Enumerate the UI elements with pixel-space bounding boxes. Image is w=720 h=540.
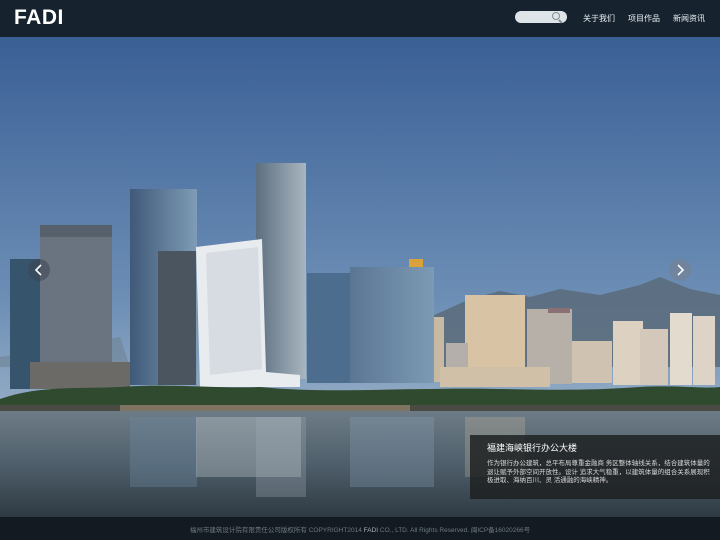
nav-item-about[interactable]: 关于我们 <box>583 13 615 24</box>
copyright-rights: CO., LTD. All Rights Reserved. <box>379 527 470 534</box>
prev-slide-button[interactable] <box>28 259 50 281</box>
project-title[interactable]: 福建海峡银行办公大楼 <box>487 441 710 454</box>
chevron-left-icon <box>34 264 42 276</box>
copyright-brand: FADI <box>363 527 379 534</box>
site-footer: 福州市建筑设计院有限责任公司版权所有 COPYRIGHT2014 FADI CO… <box>0 517 720 540</box>
top-header: FADI 关于我们 项目作品 新闻资讯 <box>0 0 720 37</box>
icp-number[interactable]: 闽ICP备16020266号 <box>471 527 530 534</box>
hero-banner: 福建海峡银行办公大楼 作为银行办公建筑，总平布局尊重金融商 务区整体轴线关系，结… <box>0 37 720 517</box>
search-input[interactable] <box>515 11 567 23</box>
next-slide-button[interactable] <box>669 259 691 281</box>
project-caption: 福建海峡银行办公大楼 作为银行办公建筑，总平布局尊重金融商 务区整体轴线关系，结… <box>470 435 720 499</box>
nav-item-news[interactable]: 新闻资讯 <box>673 13 705 24</box>
search-icon[interactable] <box>552 12 560 20</box>
copyright-text: 福州市建筑设计院有限责任公司版权所有 COPYRIGHT2014 <box>189 527 362 534</box>
chevron-right-icon <box>677 264 685 276</box>
main-nav: 关于我们 项目作品 新闻资讯 <box>583 13 705 24</box>
fadi-logo[interactable]: FADI <box>14 6 64 30</box>
nav-item-projects[interactable]: 项目作品 <box>628 13 660 24</box>
project-description: 作为银行办公建筑，总平布局尊重金融商 务区整体轴线关系，结合建筑体量的退让赋予外… <box>487 460 710 484</box>
